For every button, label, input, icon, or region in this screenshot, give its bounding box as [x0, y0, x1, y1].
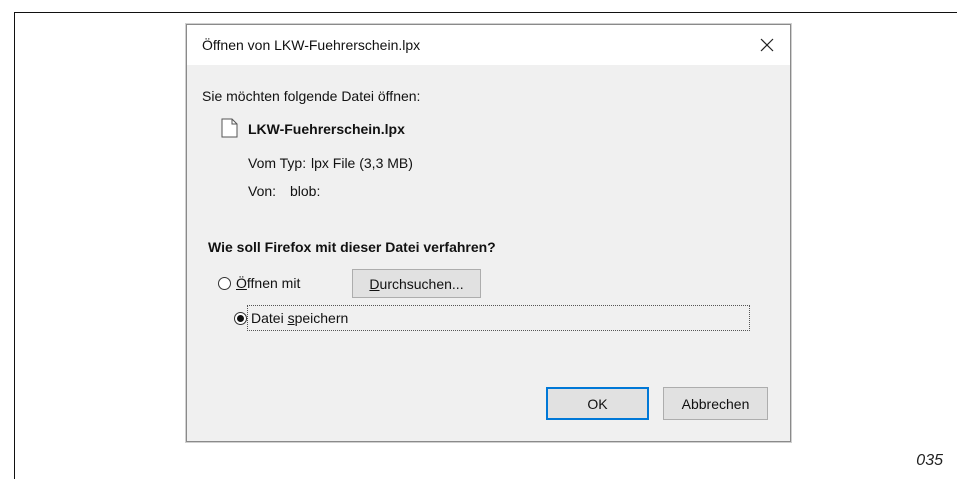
page-number: 035 — [916, 452, 943, 469]
file-name: LKW-Fuehrerschein.lpx — [248, 121, 405, 137]
from-value: blob: — [290, 183, 321, 199]
ok-button[interactable]: OK — [546, 387, 649, 420]
dialog-title: Öffnen von LKW-Fuehrerschein.lpx — [202, 37, 421, 53]
download-dialog: Öffnen von LKW-Fuehrerschein.lpx Sie möc… — [186, 24, 791, 442]
save-file-radio[interactable] — [234, 312, 247, 325]
browse-button[interactable]: Durchsuchen... — [352, 269, 481, 298]
type-label: Vom Typ: — [248, 155, 307, 171]
dialog-titlebar: Öffnen von LKW-Fuehrerschein.lpx — [187, 25, 790, 65]
save-file-label[interactable]: Datei speichern — [251, 310, 348, 326]
intro-text: Sie möchten folgende Datei öffnen: — [202, 88, 421, 104]
from-label: Von: — [248, 183, 277, 199]
file-icon — [221, 118, 238, 138]
close-icon — [760, 38, 774, 52]
cancel-button[interactable]: Abbrechen — [663, 387, 768, 420]
close-button[interactable] — [744, 25, 790, 65]
type-value: lpx File (3,3 MB) — [311, 155, 413, 171]
open-with-radio[interactable] — [218, 277, 231, 290]
question-heading: Wie soll Firefox mit dieser Datei verfah… — [208, 239, 496, 255]
open-with-label[interactable]: Öffnen mit — [236, 275, 300, 291]
